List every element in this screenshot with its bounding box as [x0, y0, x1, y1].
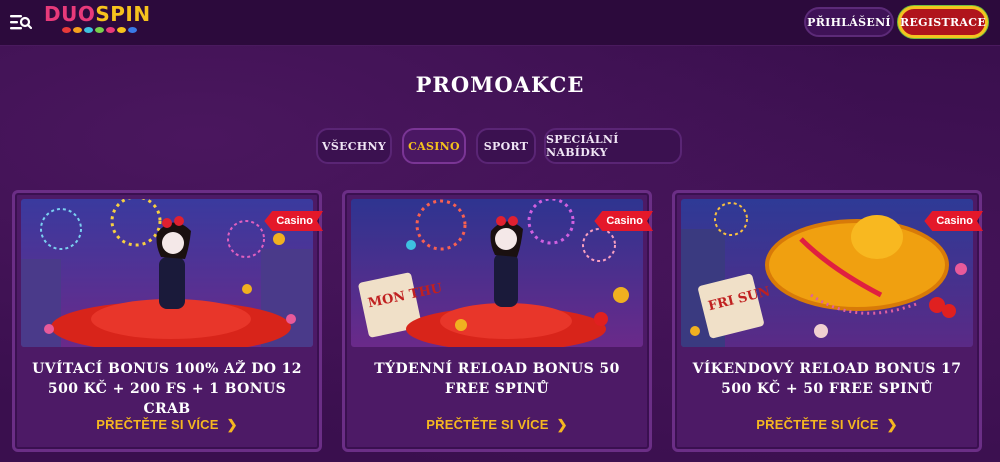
category-badge: Casino — [264, 211, 323, 231]
read-more-link[interactable]: PŘEČTĚTE SI VÍCE ❯ — [15, 417, 319, 433]
chevron-right-icon: ❯ — [556, 417, 568, 432]
promo-card[interactable]: MON THU Casino TÝDENNÍ RELOAD BONUS 50 F… — [342, 190, 652, 452]
register-button[interactable]: REGISTRACE — [898, 6, 988, 38]
tab-casino[interactable]: CASINO — [402, 128, 466, 164]
read-more-link[interactable]: PŘEČTĚTE SI VÍCE ❯ — [675, 417, 979, 433]
category-badge: Casino — [924, 211, 983, 231]
tab-special-offers[interactable]: SPECIÁLNÍ NABÍDKY — [544, 128, 682, 164]
read-more-label: PŘEČTĚTE SI VÍCE — [96, 417, 219, 432]
promo-title: UVÍTACÍ BONUS 100% AŽ DO 12 500 KČ + 200… — [32, 361, 302, 417]
login-button[interactable]: PŘIHLÁŠENÍ — [804, 7, 894, 37]
read-more-link[interactable]: PŘEČTĚTE SI VÍCE ❯ — [345, 417, 649, 433]
logo-decoration — [62, 27, 162, 33]
category-badge: Casino — [594, 211, 653, 231]
promo-card[interactable]: Casino UVÍTACÍ BONUS 100% AŽ DO 12 500 K… — [12, 190, 322, 452]
promo-card[interactable]: FRI SUN Casino VÍKENDOVÝ RELOAD BONUS 17… — [672, 190, 982, 452]
tab-all[interactable]: VŠECHNY — [316, 128, 392, 164]
logo-text: DUOSPIN — [44, 2, 151, 26]
filter-tabs: VŠECHNY CASINO SPORT SPECIÁLNÍ NABÍDKY — [0, 128, 1000, 164]
top-header: DUOSPIN PŘIHLÁŠENÍ REGISTRACE — [0, 0, 1000, 46]
menu-search-icon[interactable] — [10, 12, 33, 32]
tab-sport[interactable]: SPORT — [476, 128, 536, 164]
promo-title: VÍKENDOVÝ RELOAD BONUS 17 500 KČ + 50 FR… — [692, 361, 962, 397]
chevron-right-icon: ❯ — [886, 417, 898, 432]
logo[interactable]: DUOSPIN — [44, 2, 162, 38]
read-more-label: PŘEČTĚTE SI VÍCE — [756, 417, 879, 432]
page-title: PROMOAKCE — [415, 72, 585, 97]
promo-title: TÝDENNÍ RELOAD BONUS 50 FREE SPINŮ — [374, 361, 620, 397]
chevron-right-icon: ❯ — [226, 417, 238, 432]
read-more-label: PŘEČTĚTE SI VÍCE — [426, 417, 549, 432]
